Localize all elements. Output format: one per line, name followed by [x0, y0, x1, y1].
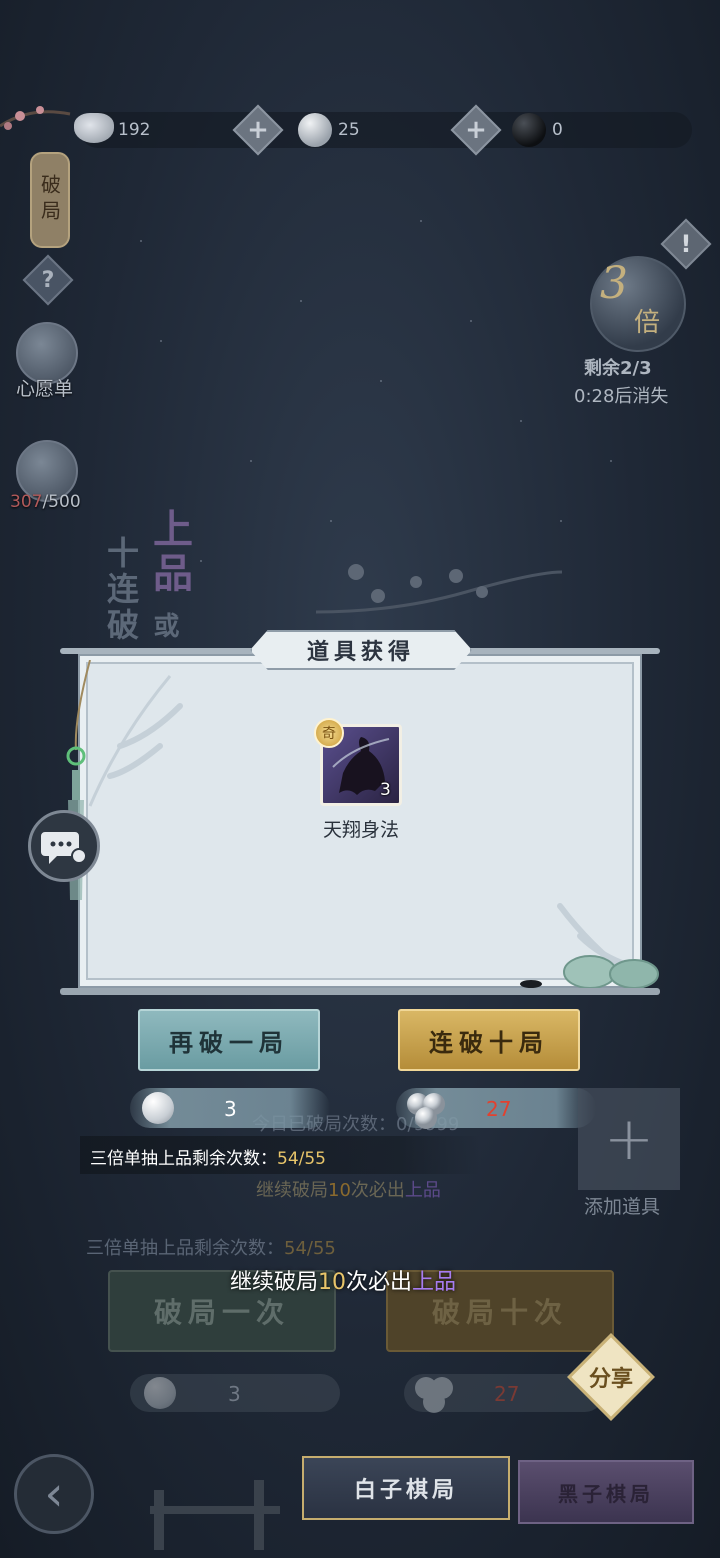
- go-stone-decoration: [520, 980, 542, 988]
- multiplier-countdown: 0:28后消失: [574, 386, 669, 407]
- bg-pearl-cluster-icon: [412, 1374, 456, 1414]
- bg-guarantee: 继续破局10次必出上品: [256, 1176, 441, 1202]
- or-char: 或: [149, 612, 179, 642]
- multiplier-remaining: 剩余2/3: [584, 358, 652, 379]
- draw-again-button[interactable]: 再破一局: [138, 1009, 320, 1071]
- guarantee-num: 10: [318, 1270, 347, 1295]
- wishlist-label: 心愿单: [16, 378, 74, 400]
- wooden-fence-decoration: [150, 1470, 280, 1550]
- back-button[interactable]: ‹: [14, 1454, 94, 1534]
- multiplier-unit: 倍: [634, 308, 661, 338]
- cost-once: 3: [224, 1097, 237, 1121]
- progress-total: /500: [42, 492, 81, 512]
- item-name: 天翔身法: [322, 819, 399, 841]
- plus-icon: +: [247, 115, 269, 145]
- guarantee-mid: 次必出: [346, 1270, 413, 1295]
- add-item-button[interactable]: +: [578, 1088, 680, 1190]
- bg-guarantee-grade: 上品: [404, 1180, 441, 1201]
- add-item-label: 添加道具: [584, 1196, 661, 1218]
- chat-button[interactable]: [28, 810, 100, 882]
- pearl-cluster-icon: [404, 1090, 448, 1130]
- help-button[interactable]: ?: [22, 254, 74, 306]
- draw-ten-button[interactable]: 连破十局: [398, 1009, 580, 1071]
- guarantee-prefix: 继续破局: [230, 1270, 319, 1295]
- remaining-value: 54/55: [277, 1149, 326, 1169]
- top-grade-title: 上品: [146, 508, 193, 596]
- tab-white-game[interactable]: 白子棋局: [302, 1456, 510, 1520]
- multiplier-value: 3: [600, 258, 628, 309]
- warning-button[interactable]: !: [660, 218, 712, 270]
- guarantee-grade: 上品: [412, 1270, 457, 1295]
- silver-ingot-icon: [74, 113, 114, 143]
- progress-current: 307: [10, 492, 43, 512]
- item-count: 3: [380, 780, 391, 800]
- remaining-info: 三倍单抽上品剩余次数：54/55: [90, 1144, 326, 1169]
- silver-count: 192: [118, 120, 151, 140]
- white-stone-count: 25: [338, 120, 360, 140]
- back-arrow-icon: ‹: [44, 1466, 64, 1522]
- bg-remaining: 三倍单抽上品剩余次数：54/55: [86, 1234, 336, 1260]
- bg-remaining-label: 三倍单抽上品剩余次数：: [86, 1238, 284, 1259]
- chat-bubble-icon: [41, 832, 87, 864]
- bg-guarantee-mid: 次必出: [350, 1180, 405, 1201]
- bg-pearl-icon: [144, 1377, 176, 1409]
- dialog-rail-bottom: [60, 988, 660, 995]
- resource-bar: [80, 112, 692, 148]
- tea-cups-decoration: [562, 954, 660, 990]
- guarantee-text: 继续破局10次必出上品: [230, 1264, 456, 1296]
- bamboo-decoration: [88, 675, 183, 807]
- white-stone-icon: [298, 113, 332, 147]
- bg-cost-once: 3: [228, 1382, 241, 1406]
- black-stone-icon: [512, 113, 546, 147]
- bg-guarantee-prefix: 继续破局: [256, 1180, 328, 1201]
- cost-ten: 27: [486, 1097, 512, 1121]
- bg-cost-ten: 27: [494, 1382, 520, 1406]
- ten-draw-title: 十连破: [102, 536, 140, 644]
- white-pearl-icon: [142, 1092, 174, 1124]
- plus-icon: +: [465, 115, 487, 145]
- plus-icon: +: [603, 1104, 655, 1174]
- dialog-title: 道具获得: [250, 630, 472, 670]
- progress-counter: 307/500: [10, 492, 81, 512]
- bg-guarantee-num: 10: [328, 1180, 351, 1201]
- share-label: 分享: [588, 1366, 633, 1392]
- remaining-label: 三倍单抽上品剩余次数：: [90, 1149, 277, 1169]
- tab-black-game[interactable]: 黑子棋局: [518, 1460, 694, 1524]
- exclamation-icon: !: [680, 230, 692, 258]
- rarity-badge: 奇: [314, 718, 344, 748]
- question-icon: ?: [41, 267, 55, 293]
- plum-blossom-decoration: [315, 552, 563, 632]
- lantern-tab[interactable]: 破局: [30, 152, 70, 248]
- bg-remaining-value: 54/55: [284, 1238, 336, 1259]
- black-stone-count: 0: [552, 120, 563, 140]
